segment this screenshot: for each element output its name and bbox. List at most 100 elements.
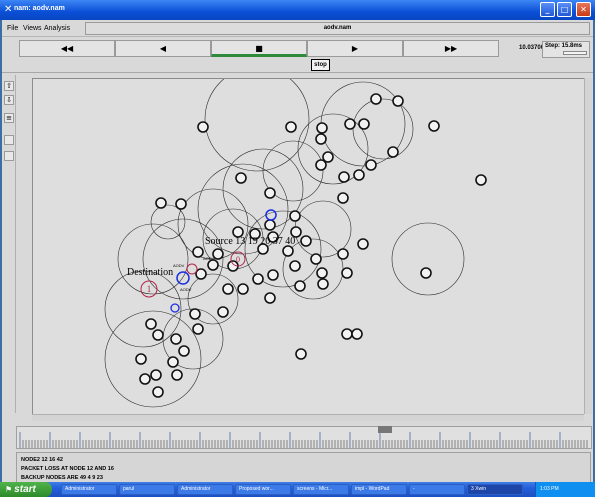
mobile-node[interactable]: [387, 146, 399, 158]
timeline-ruler[interactable]: [16, 426, 592, 449]
canvas-horizontal-scrollbar[interactable]: [32, 414, 584, 421]
windows-flag-icon: ⚑: [5, 485, 13, 494]
mobile-node[interactable]: [344, 118, 356, 130]
mobile-nodes: [135, 93, 487, 398]
mobile-node[interactable]: [365, 159, 377, 171]
mobile-node[interactable]: [420, 267, 432, 279]
task-button[interactable]: impl - WordPad: [351, 484, 407, 495]
mobile-node[interactable]: [178, 345, 190, 357]
trace-file-name: aodv.nam: [85, 22, 590, 35]
sender-node: [170, 303, 180, 313]
play-button[interactable]: ▶: [307, 40, 403, 57]
mobile-node[interactable]: [150, 369, 162, 381]
mobile-node[interactable]: [171, 369, 183, 381]
mobile-node[interactable]: [351, 328, 363, 340]
nam-window: File Views Analysis aodv.nam ◀◀ ◀ ■ ▶ ▶▶…: [2, 20, 593, 492]
timeline-ticks: [19, 432, 588, 448]
mobile-node[interactable]: [317, 278, 329, 290]
rewind-button[interactable]: ◀◀: [19, 40, 115, 57]
mobile-node[interactable]: [264, 219, 276, 231]
stop-button[interactable]: ■: [211, 40, 307, 57]
tool-a-icon[interactable]: [4, 135, 14, 145]
step-control[interactable]: Step: 15.8ms: [542, 41, 590, 58]
mobile-node[interactable]: [322, 151, 334, 163]
mobile-node[interactable]: [207, 259, 219, 271]
task-button[interactable]: -: [409, 484, 465, 495]
task-button[interactable]: Proposed wor...: [235, 484, 291, 495]
mobile-node[interactable]: [135, 353, 147, 365]
mobile-node[interactable]: [212, 248, 224, 260]
tool-b-icon[interactable]: [4, 151, 14, 161]
zoom-out-icon[interactable]: ⇩: [4, 95, 14, 105]
step-label: Step: 15.8ms: [545, 43, 583, 49]
task-button[interactable]: parul: [119, 484, 175, 495]
mobile-node[interactable]: [237, 283, 249, 295]
menu-file[interactable]: File: [7, 25, 18, 32]
mobile-node[interactable]: [310, 253, 322, 265]
mobile-node[interactable]: [264, 292, 276, 304]
mobile-node[interactable]: [195, 268, 207, 280]
canvas-vertical-scrollbar[interactable]: [584, 78, 592, 414]
mobile-node[interactable]: [189, 308, 201, 320]
mobile-node[interactable]: [370, 93, 382, 105]
mobile-node[interactable]: [282, 245, 294, 257]
mobile-node[interactable]: [285, 121, 297, 133]
mobile-node[interactable]: [316, 267, 328, 279]
mobile-node[interactable]: [264, 187, 276, 199]
mobile-node[interactable]: [175, 198, 187, 210]
mobile-node[interactable]: [167, 356, 179, 368]
mobile-node[interactable]: [197, 121, 209, 133]
mobile-node[interactable]: [341, 267, 353, 279]
mobile-node[interactable]: [192, 246, 204, 258]
mobile-node[interactable]: [252, 273, 264, 285]
mobile-node[interactable]: [353, 169, 365, 181]
task-button[interactable]: Administrator: [61, 484, 117, 495]
mobile-node[interactable]: [152, 329, 164, 341]
mobile-node[interactable]: [235, 172, 247, 184]
mobile-node[interactable]: [155, 197, 167, 209]
step-back-button[interactable]: ◀: [115, 40, 211, 57]
mobile-node[interactable]: [358, 118, 370, 130]
mobile-node[interactable]: [392, 95, 404, 107]
sender-node: [176, 271, 190, 285]
menu-analysis[interactable]: Analysis: [44, 25, 70, 32]
step-slider[interactable]: [563, 51, 587, 55]
maximize-button[interactable]: □: [557, 2, 572, 17]
mobile-node[interactable]: [475, 174, 487, 186]
time-slider-handle[interactable]: [378, 426, 392, 433]
close-button[interactable]: ✕: [576, 2, 591, 17]
mobile-node[interactable]: [222, 283, 234, 295]
minimize-button[interactable]: _: [540, 2, 555, 17]
mobile-node[interactable]: [192, 323, 204, 335]
mobile-node[interactable]: [428, 120, 440, 132]
mobile-node[interactable]: [289, 210, 301, 222]
zoom-in-icon[interactable]: ⇧: [4, 81, 14, 91]
mobile-node[interactable]: [338, 171, 350, 183]
mobile-node[interactable]: [300, 235, 312, 247]
task-button[interactable]: 3 Xwin: [467, 484, 523, 495]
mobile-node[interactable]: [139, 373, 151, 385]
task-button[interactable]: Administrator: [177, 484, 233, 495]
mobile-node[interactable]: [145, 318, 157, 330]
mobile-node[interactable]: [217, 306, 229, 318]
mobile-node[interactable]: [357, 238, 369, 250]
mobile-node[interactable]: [152, 386, 164, 398]
destination-label: Destination: [127, 267, 173, 278]
mobile-node[interactable]: [341, 328, 353, 340]
mobile-node[interactable]: [289, 260, 301, 272]
layout-icon[interactable]: ≡: [4, 113, 14, 123]
packet-label: AODV: [173, 263, 185, 268]
mobile-node[interactable]: [337, 192, 349, 204]
mobile-node[interactable]: [170, 333, 182, 345]
mobile-node[interactable]: [294, 280, 306, 292]
network-canvas[interactable]: 1 0 Destination Source 13 19 20 37 40 AO…: [32, 66, 584, 414]
mobile-node[interactable]: [267, 269, 279, 281]
fast-forward-button[interactable]: ▶▶: [403, 40, 499, 57]
mobile-node[interactable]: [316, 122, 328, 134]
mobile-node[interactable]: [337, 248, 349, 260]
task-button[interactable]: screens - Micr...: [293, 484, 349, 495]
mobile-node[interactable]: [295, 348, 307, 360]
menu-views[interactable]: Views: [23, 25, 42, 32]
start-button[interactable]: ⚑ start: [0, 482, 52, 497]
mobile-node[interactable]: [315, 133, 327, 145]
